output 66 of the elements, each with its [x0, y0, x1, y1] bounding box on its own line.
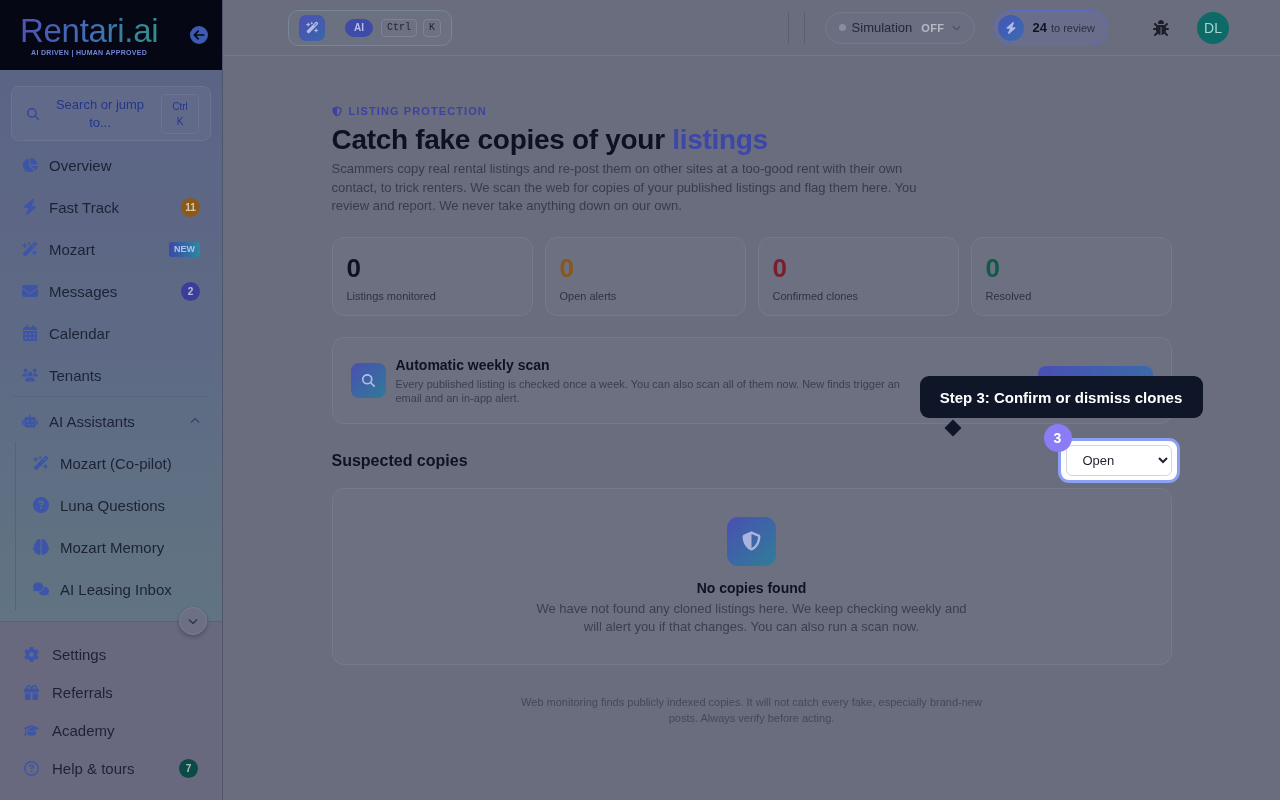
shield-icon — [727, 516, 776, 566]
stat-value: 0 — [559, 253, 575, 282]
lightning-icon — [22, 199, 38, 215]
shortcut-key: Ctrl K — [161, 93, 199, 134]
chat-bubbles-icon — [33, 581, 49, 597]
nav-item[interactable]: Academy — [24, 721, 115, 739]
magic-wand-icon — [33, 455, 49, 471]
search-icon — [350, 362, 386, 398]
nav-item[interactable]: Mozart — [22, 240, 95, 258]
stat-label: Listings monitored — [346, 288, 437, 303]
nav-item[interactable]: Mozart Memory — [33, 538, 165, 556]
review-button[interactable]: 24 to review — [992, 9, 1108, 46]
ai-badge: AI — [345, 18, 373, 37]
scan-title: Automatic weekly scan — [395, 355, 551, 374]
count-badge: 11 — [181, 197, 200, 217]
chevron-down-icon — [188, 616, 198, 626]
key-cap: K — [423, 18, 442, 37]
search-icon — [27, 107, 39, 120]
nav-item[interactable]: Help & tours — [24, 759, 135, 777]
chevron-up-icon[interactable] — [190, 416, 200, 426]
envelope-icon — [22, 283, 38, 299]
count-badge: 2 — [181, 281, 200, 301]
magic-wand-icon — [22, 241, 38, 257]
stat-value: 0 — [985, 253, 1001, 282]
status-select[interactable]: Open — [1065, 445, 1172, 476]
calendar-icon — [22, 325, 38, 341]
pie-chart-icon — [22, 157, 38, 173]
brain-icon — [33, 539, 49, 555]
stat-label: Confirmed clones — [772, 288, 860, 303]
settings-icon — [24, 646, 39, 662]
section-heading: Suspected copies — [331, 451, 468, 470]
nav-item[interactable]: Calendar — [22, 324, 110, 342]
nav-item[interactable]: Settings — [24, 645, 107, 663]
bug-icon[interactable] — [1153, 19, 1169, 36]
ai-command-button[interactable]: AI Ctrl K — [288, 9, 453, 46]
robot-icon — [22, 413, 38, 429]
count-badge: 7 — [179, 758, 198, 778]
magic-wand-icon — [299, 14, 325, 41]
gift-icon — [24, 684, 39, 700]
simulation-toggle[interactable]: Simulation OFF — [824, 11, 975, 44]
stat-value: 0 — [346, 253, 362, 282]
chevron-down-icon — [951, 23, 961, 32]
people-icon — [22, 367, 38, 383]
nav-item[interactable]: Luna Questions — [33, 496, 166, 514]
search-field[interactable]: Search or jump to... Ctrl K — [11, 86, 211, 141]
stat-value: 0 — [772, 253, 788, 282]
stat-label: Open alerts — [559, 288, 618, 303]
graduation-cap-icon — [24, 722, 39, 738]
nav-item[interactable]: Mozart (Co-pilot) — [33, 454, 172, 472]
stat-label: Resolved — [985, 288, 1033, 303]
nav-item[interactable]: Fast Track — [22, 198, 119, 216]
nav-item[interactable]: Referrals — [24, 683, 113, 701]
lightning-icon — [997, 14, 1024, 41]
new-badge: NEW — [169, 241, 200, 257]
nav-item[interactable]: Overview — [22, 156, 112, 174]
user-avatar[interactable]: DL — [1197, 11, 1229, 44]
empty-title: No copies found — [696, 578, 807, 597]
nav-item[interactable]: Tenants — [22, 366, 102, 384]
nav-item[interactable]: AI Leasing Inbox — [33, 580, 172, 598]
nav-item[interactable]: AI Assistants — [22, 412, 135, 430]
nav-item[interactable]: Messages — [22, 282, 118, 300]
shield-icon — [331, 105, 342, 117]
help-icon — [24, 760, 39, 776]
step-badge: 3 — [1043, 424, 1072, 452]
key-cap: Ctrl — [381, 18, 417, 37]
tour-tooltip: Step 3: Confirm or dismiss clones — [919, 376, 1203, 418]
